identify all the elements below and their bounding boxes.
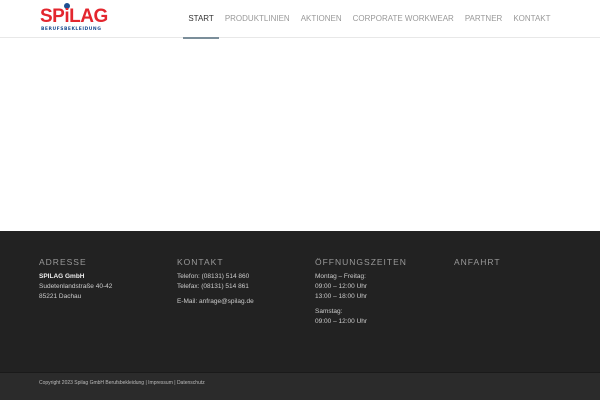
nav-start[interactable]: START [182, 0, 220, 39]
city: 85221 Dachau [39, 293, 82, 300]
footer: ADRESSE SPILAG GmbH Sudetenlandstraße 40… [0, 231, 600, 372]
weekday-label: Montag – Freitag: [315, 273, 366, 280]
nav-partner[interactable]: PARTNER [459, 0, 508, 38]
nav-corporate-workwear[interactable]: CORPORATE WORKWEAR [347, 0, 459, 38]
spilag-logo[interactable]: SPiLAG BERUFSBEKLEIDUNG [40, 3, 108, 34]
footer-adresse: ADRESSE SPILAG GmbH Sudetenlandstraße 40… [39, 257, 112, 302]
anfahrt-heading: ANFAHRT [454, 257, 501, 267]
phone[interactable]: Telefon: (08131) 514 860 [177, 272, 254, 282]
street: Sudetenlandstraße 40-42 [39, 283, 113, 290]
kontakt-heading: KONTAKT [177, 257, 224, 267]
email-link[interactable]: E-Mail: anfrage@spilag.de [177, 297, 254, 307]
copyright-text[interactable]: Copyright 2023 Spilag GmbH Berufsbekleid… [39, 380, 205, 386]
footer-kontakt: KONTAKT Telefon: (08131) 514 860 Telefax… [177, 257, 254, 307]
company-name: SPILAG GmbH [39, 273, 85, 280]
logo-wordmark: SPiLAG [40, 6, 108, 27]
main-nav: START PRODUKTLINIEN AKTIONEN CORPORATE W… [182, 0, 556, 39]
logo-subtitle: BERUFSBEKLEIDUNG [41, 27, 102, 32]
nav-aktionen[interactable]: AKTIONEN [295, 0, 347, 38]
site-header: SPiLAG BERUFSBEKLEIDUNG START PRODUKTLIN… [0, 0, 600, 39]
saturday-label: Samstag: [315, 308, 343, 315]
fax: Telefax: (08131) 514 861 [177, 283, 249, 290]
footer-anfahrt: ANFAHRT [454, 257, 501, 272]
zeiten-heading: ÖFFNUNGSZEITEN [315, 257, 407, 267]
nav-kontakt[interactable]: KONTAKT [508, 0, 556, 38]
footer-socket: Copyright 2023 Spilag GmbH Berufsbekleid… [0, 372, 600, 400]
footer-oeffnungszeiten: ÖFFNUNGSZEITEN Montag – Freitag: 09:00 –… [315, 257, 407, 327]
weekday-hours-1: 09:00 – 12:00 Uhr [315, 283, 368, 290]
nav-produktlinien[interactable]: PRODUKTLINIEN [219, 0, 295, 38]
adresse-heading: ADRESSE [39, 257, 87, 267]
weekday-hours-2: 13:00 – 18:00 Uhr [315, 293, 368, 300]
saturday-hours: 09:00 – 12:00 Uhr [315, 318, 368, 325]
